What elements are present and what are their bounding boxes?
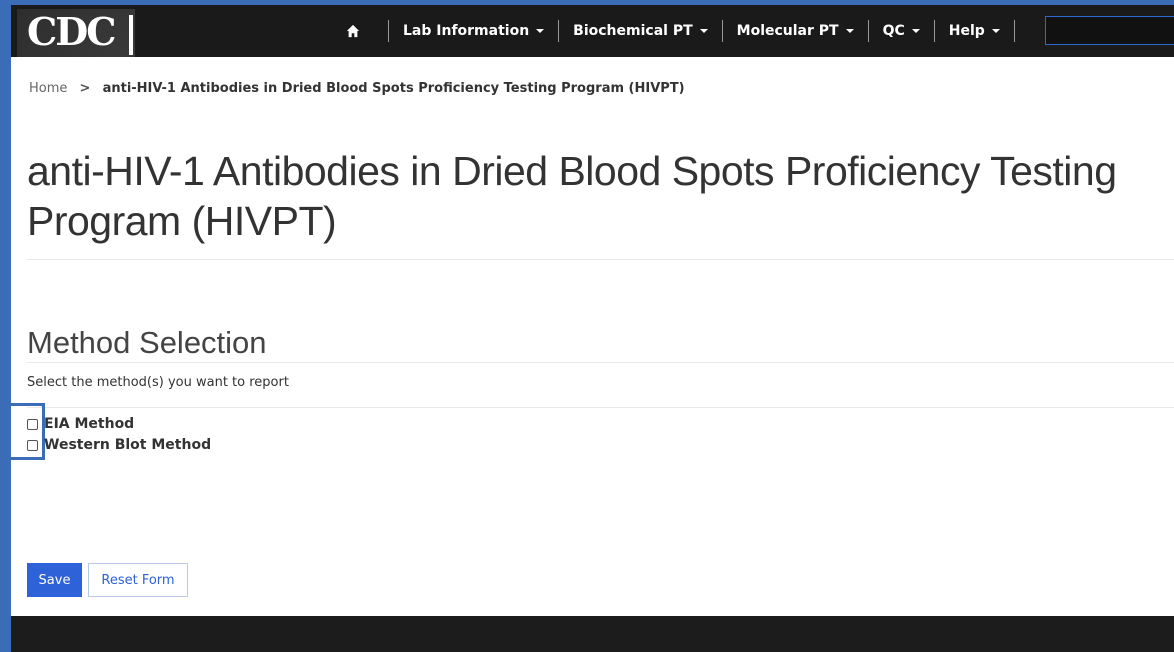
eia-method-option[interactable]: EIA Method <box>27 416 134 432</box>
nav-separator <box>1013 20 1015 42</box>
divider <box>27 259 1174 260</box>
western-blot-method-label: Western Blot Method <box>44 437 212 453</box>
nav-help[interactable]: Help <box>949 23 1000 39</box>
nav-molecular-pt[interactable]: Molecular PT <box>737 23 854 39</box>
divider <box>27 407 1174 408</box>
search-input[interactable] <box>1045 16 1174 45</box>
nav-qc[interactable]: QC <box>883 23 920 39</box>
nav-menu: Lab Information Biochemical PT Molecular… <box>346 5 1029 57</box>
cdc-logo[interactable]: CDC <box>17 9 135 57</box>
caret-down-icon <box>536 29 545 33</box>
nav-separator <box>867 20 869 42</box>
method-selection-heading: Method Selection <box>27 325 267 360</box>
page-footer <box>11 616 1174 652</box>
caret-down-icon <box>911 29 920 33</box>
home-icon[interactable] <box>346 24 360 38</box>
western-blot-method-checkbox[interactable] <box>27 439 38 451</box>
nav-separator <box>721 20 723 42</box>
nav-separator <box>558 20 560 42</box>
caret-down-icon <box>845 29 854 33</box>
divider <box>27 362 1174 363</box>
nav-separator <box>933 20 935 42</box>
nav-label: Help <box>948 23 985 39</box>
logo-bar <box>129 15 133 55</box>
nav-label: Biochemical PT <box>573 23 693 39</box>
breadcrumb-separator: > <box>79 81 91 96</box>
annotation-frame-left <box>0 0 11 652</box>
breadcrumb-current: anti-HIV-1 Antibodies in Dried Blood Spo… <box>102 81 685 96</box>
logo-text: CDC <box>27 9 116 54</box>
reset-form-button[interactable]: Reset Form <box>88 563 188 597</box>
page-title: anti-HIV-1 Antibodies in Dried Blood Spo… <box>27 148 1117 244</box>
save-button[interactable]: Save <box>27 563 82 597</box>
nav-lab-information[interactable]: Lab Information <box>403 23 545 39</box>
breadcrumb: Home > anti-HIV-1 Antibodies in Dried Bl… <box>29 81 685 96</box>
method-instruction: Select the method(s) you want to report <box>27 375 289 390</box>
eia-method-checkbox[interactable] <box>27 418 38 430</box>
nav-label: QC <box>882 23 905 39</box>
eia-method-label: EIA Method <box>44 416 135 432</box>
top-navbar: CDC Lab Information Biochemical PT Molec… <box>11 5 1174 57</box>
nav-separator <box>388 20 389 42</box>
western-blot-method-option[interactable]: Western Blot Method <box>27 437 211 453</box>
breadcrumb-home-link[interactable]: Home <box>29 81 67 96</box>
caret-down-icon <box>991 29 1000 33</box>
nav-biochemical-pt[interactable]: Biochemical PT <box>573 23 708 39</box>
nav-label: Lab Information <box>403 23 530 39</box>
caret-down-icon <box>699 29 708 33</box>
nav-label: Molecular PT <box>736 23 839 39</box>
